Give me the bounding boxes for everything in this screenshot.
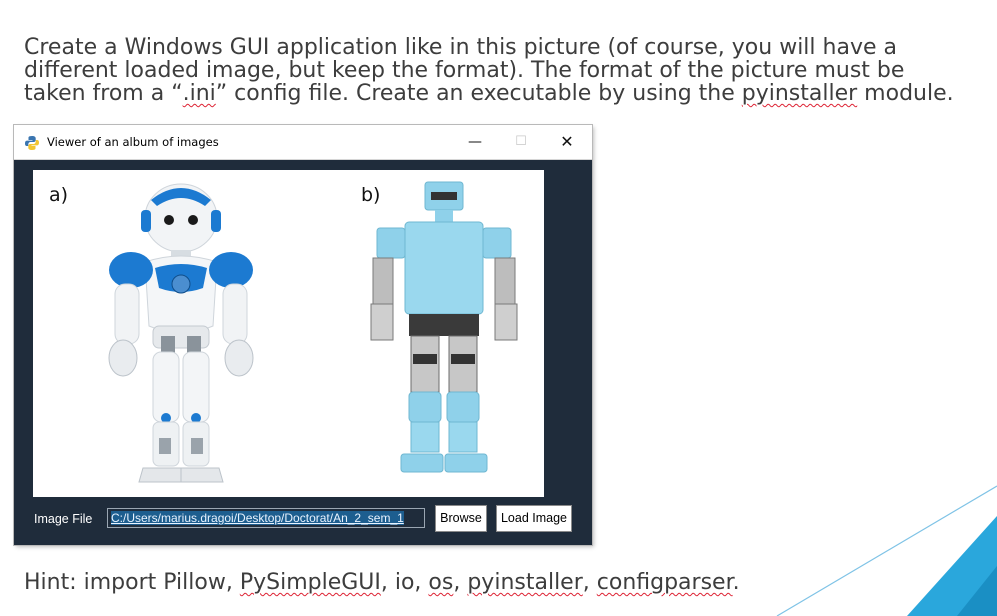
slide-accent-decoration — [776, 485, 997, 616]
image-file-label: Image File — [34, 512, 93, 526]
close-button[interactable]: ✕ — [544, 125, 590, 159]
ini-word: .ini — [182, 81, 216, 106]
title-bar[interactable]: Viewer of an album of images — ☐ ✕ — [14, 125, 592, 160]
robot-a-image — [108, 183, 254, 483]
maximize-button[interactable]: ☐ — [498, 125, 544, 159]
task-description: Create a Windows GUI application like in… — [24, 36, 954, 105]
file-row: Image File C:/Users/marius.dragoi/Deskto… — [14, 503, 592, 535]
image-label-a: a) — [49, 184, 69, 206]
task-line-3: taken from a “.ini” config file. Create … — [24, 81, 954, 106]
python-icon — [25, 136, 39, 150]
window-title: Viewer of an album of images — [47, 135, 219, 149]
minimize-button[interactable]: — — [452, 125, 498, 159]
image-file-input[interactable]: C:/Users/marius.dragoi/Desktop/Doctorat/… — [107, 508, 425, 528]
task-line-2: different loaded image, but keep the for… — [24, 58, 905, 83]
load-image-button[interactable]: Load Image — [496, 505, 572, 532]
browse-button[interactable]: Browse — [435, 505, 487, 532]
pyinstaller-word: pyinstaller — [741, 81, 858, 106]
task-line-1: Create a Windows GUI application like in… — [24, 35, 897, 60]
image-display: a) b) — [33, 170, 544, 497]
robot-b-image — [370, 181, 518, 473]
app-window: Viewer of an album of images — ☐ ✕ a) b) — [14, 125, 592, 545]
hint-text: Hint: import Pillow, PySimpleGUI, io, os… — [24, 570, 740, 595]
